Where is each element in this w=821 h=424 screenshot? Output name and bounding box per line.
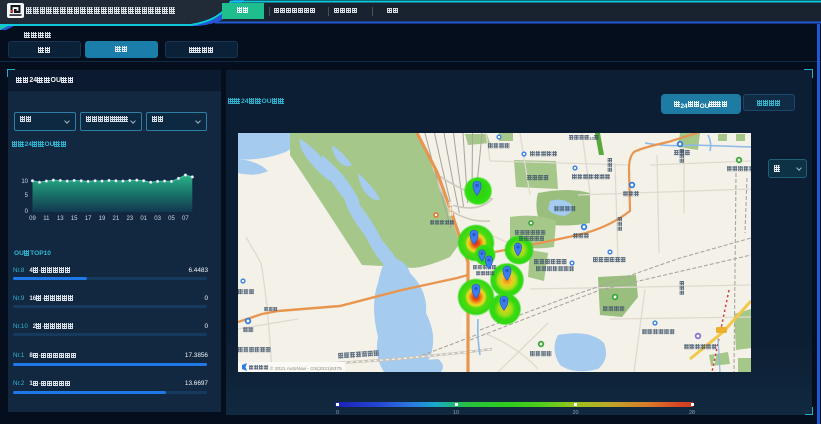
svg-text:10: 10: [589, 136, 595, 142]
svg-text:© 2021 AutoNavi - GS(2021)6375: © 2021 AutoNavi - GS(2021)6375: [270, 365, 342, 372]
